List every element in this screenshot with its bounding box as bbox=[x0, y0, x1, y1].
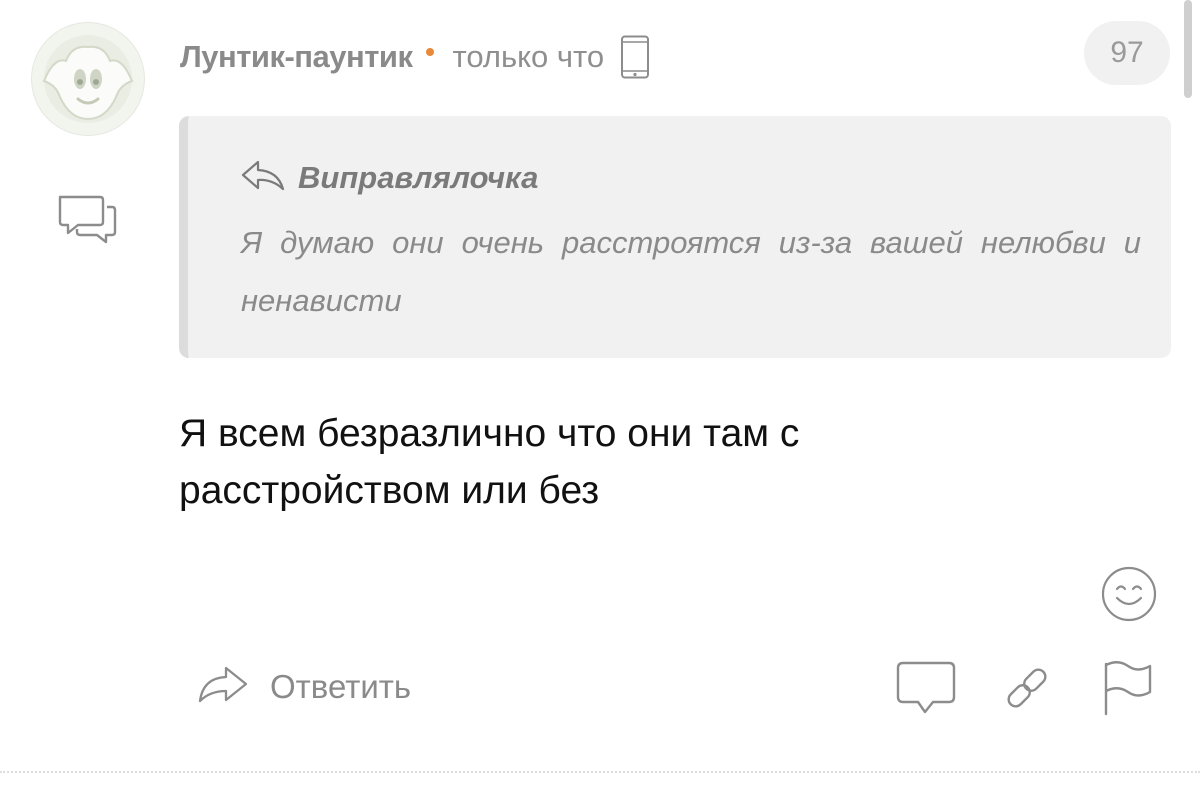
quote-text: Я думаю они очень расстроятся из-за ваше… bbox=[241, 225, 1141, 318]
reply-arrow-icon bbox=[196, 662, 250, 711]
quoted-comment: Виправлялочка Я думаю они очень расстроя… bbox=[179, 116, 1171, 358]
quote-author-row[interactable]: Виправлялочка bbox=[240, 158, 538, 197]
comments-icon[interactable] bbox=[56, 192, 120, 253]
separator-dot bbox=[426, 48, 435, 56]
comment-divider bbox=[0, 771, 1200, 773]
flag-icon[interactable] bbox=[1100, 660, 1156, 721]
smiley-icon[interactable] bbox=[1100, 565, 1158, 628]
speech-bubble-icon[interactable] bbox=[895, 660, 957, 721]
avatar[interactable] bbox=[31, 22, 145, 136]
comment-header: Лунтик-паунтик только что bbox=[180, 32, 650, 82]
scrollbar[interactable] bbox=[1184, 0, 1192, 98]
avatar-image bbox=[42, 35, 134, 123]
reply-arrow-icon bbox=[240, 158, 286, 197]
reply-label: Ответить bbox=[270, 667, 412, 705]
rating-badge[interactable]: 97 bbox=[1084, 21, 1170, 85]
quote-author-name: Виправлялочка bbox=[298, 159, 539, 195]
smartphone-icon bbox=[620, 35, 650, 79]
comment-text: Я всем безразлично что они там с расстро… bbox=[179, 412, 800, 512]
comment-timestamp: только что bbox=[452, 39, 605, 74]
reply-button[interactable]: Ответить bbox=[196, 662, 411, 711]
link-icon[interactable] bbox=[1003, 664, 1051, 717]
author-name[interactable]: Лунтик-паунтик bbox=[180, 39, 413, 75]
